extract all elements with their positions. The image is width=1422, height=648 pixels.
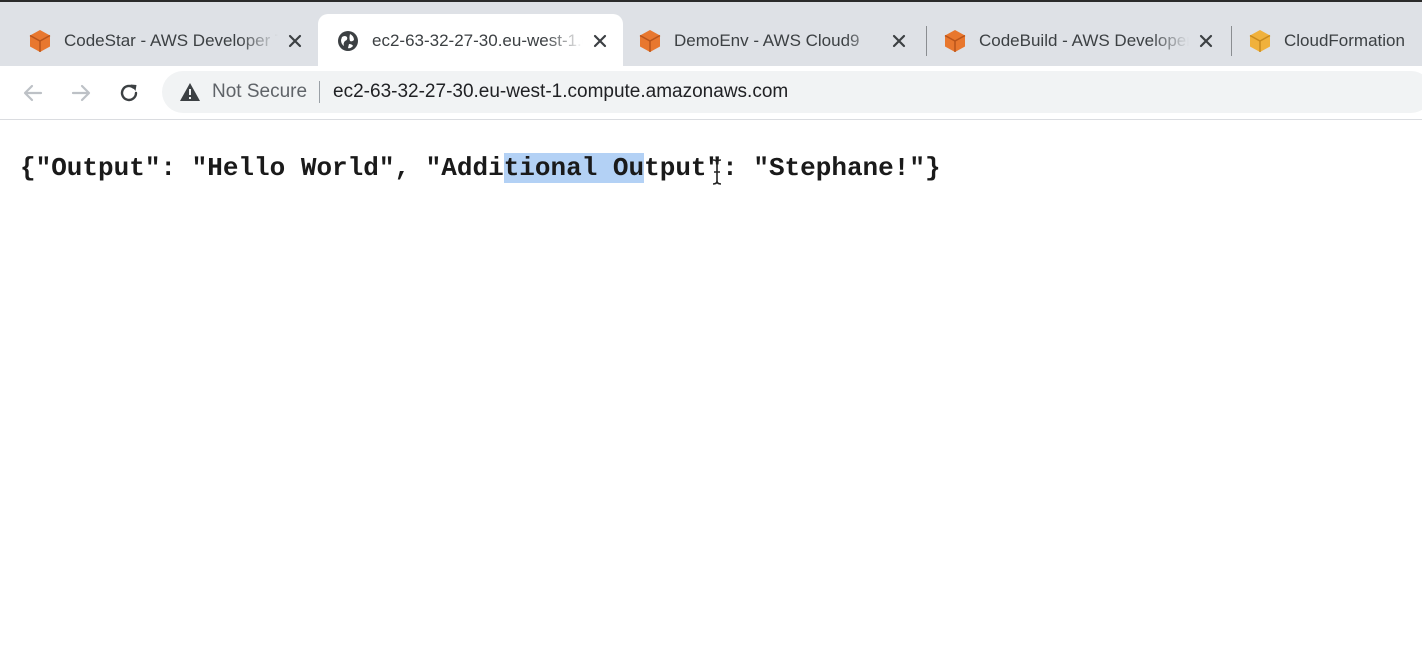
selected-text: tional Ou (503, 153, 645, 183)
reload-icon[interactable] (114, 78, 144, 108)
tab-codestar[interactable]: CodeStar - AWS Developer Tools (0, 14, 318, 68)
close-tab-icon[interactable] (284, 30, 306, 52)
browser-toolbar: Not Secure ec2-63-32-27-30.eu-west-1.com… (0, 66, 1422, 120)
tab-title: DemoEnv - AWS Cloud9 (674, 31, 860, 50)
tab-cloudformation[interactable]: CloudFormation (1234, 14, 1422, 68)
close-tab-icon[interactable] (1195, 30, 1217, 52)
omnibox-divider (319, 81, 321, 103)
text-cursor-icon (710, 158, 724, 186)
tab-title: CloudFormation (1284, 31, 1405, 50)
forward-arrow-icon[interactable] (66, 78, 96, 108)
tab-title: CodeStar - AWS Developer Tools (64, 31, 278, 50)
tab-codebuild[interactable]: CodeBuild - AWS Developer Tools (929, 14, 1229, 68)
tab-separator (1231, 26, 1232, 56)
tab-title: CodeBuild - AWS Developer Tools (979, 31, 1189, 50)
security-status-label[interactable]: Not Secure (212, 81, 307, 103)
tab-title: ec2-63-32-27-30.eu-west-1.compute.amazon… (372, 31, 583, 50)
address-bar[interactable]: Not Secure ec2-63-32-27-30.eu-west-1.com… (162, 71, 1422, 113)
aws-cube-yellow-icon (1248, 29, 1272, 53)
close-tab-icon[interactable] (589, 30, 611, 52)
back-arrow-icon[interactable] (18, 78, 48, 108)
tab-strip: CodeStar - AWS Developer Tools ec2-63-32… (0, 0, 1422, 68)
aws-cube-orange-icon (638, 29, 662, 53)
aws-cube-orange-icon (943, 29, 967, 53)
response-text-after-selection: tput": "Stephane!"} (644, 153, 941, 183)
warning-triangle-icon[interactable] (178, 80, 202, 104)
response-text-before-selection: {"Output": "Hello World", "Addi (20, 153, 504, 183)
json-response-text: {"Output": "Hello World", "Additional Ou… (20, 150, 941, 186)
tab-separator (926, 26, 927, 56)
tab-cloud9[interactable]: DemoEnv - AWS Cloud9 (624, 14, 922, 68)
tab-ec2-active[interactable]: ec2-63-32-27-30.eu-west-1.compute.amazon… (318, 14, 623, 68)
url-text[interactable]: ec2-63-32-27-30.eu-west-1.compute.amazon… (333, 81, 788, 103)
globe-icon (336, 29, 360, 53)
aws-cube-orange-icon (28, 29, 52, 53)
close-tab-icon[interactable] (888, 30, 910, 52)
